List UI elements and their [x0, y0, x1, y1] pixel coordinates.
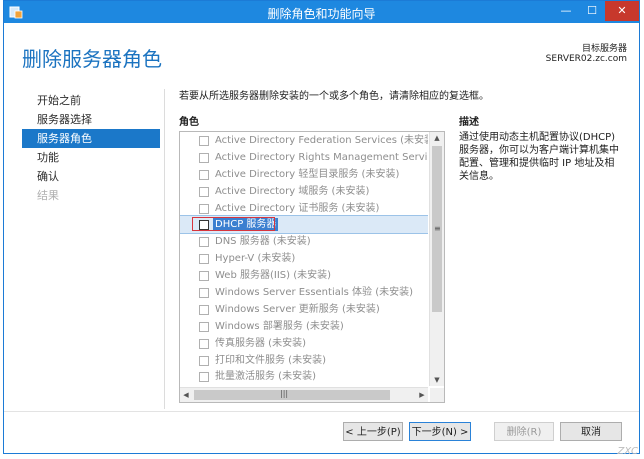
role-row[interactable]: Hyper-V (未安装) — [180, 250, 428, 267]
destination-server-label: 目标服务器 — [581, 44, 627, 54]
role-checkbox[interactable] — [199, 237, 209, 248]
nav-item-results: 结果 — [37, 189, 59, 202]
nav-item-server-selection[interactable]: 服务器选择 — [22, 110, 160, 129]
role-row[interactable]: Active Directory Rights Management Servi… — [180, 149, 428, 166]
scroll-grip-icon: ||| — [280, 389, 289, 398]
roles-list: Active Directory Federation Services (未安… — [180, 132, 428, 386]
role-row[interactable]: Windows Server Essentials 体验 (未安装) — [180, 284, 428, 301]
roles-tree[interactable]: Active Directory Federation Services (未安… — [179, 131, 445, 403]
role-row[interactable]: Active Directory 域服务 (未安装) — [180, 183, 428, 200]
role-checkbox[interactable] — [199, 355, 209, 366]
nav-divider — [164, 89, 165, 409]
horizontal-scroll-thumb[interactable] — [194, 390, 390, 400]
maximize-button[interactable]: ☐ — [579, 1, 605, 21]
wizard-window: 删除角色和功能向导 — ☐ ✕ 删除服务器角色 目标服务器 SERVER02.z… — [3, 0, 640, 454]
cancel-button[interactable]: 取消 — [560, 422, 622, 441]
role-checkbox[interactable] — [199, 152, 209, 163]
role-checkbox[interactable] — [199, 288, 209, 299]
role-checkbox[interactable] — [199, 338, 209, 349]
nav-item-server-roles[interactable]: 服务器角色 — [22, 129, 160, 148]
role-description: 通过使用动态主机配置协议(DHCP)服务器，你可以为客户端计算机集中配置、管理和… — [459, 132, 619, 182]
role-row[interactable]: DNS 服务器 (未安装) — [180, 233, 428, 250]
role-label: Hyper-V (未安装) — [215, 253, 296, 265]
role-row[interactable]: 打印和文件服务 (未安装) — [180, 352, 428, 369]
description-header: 描述 — [459, 117, 479, 128]
role-label: DNS 服务器 (未安装) — [215, 236, 311, 248]
role-row[interactable]: Active Directory 轻型目录服务 (未安装) — [180, 166, 428, 183]
role-row[interactable]: 批量激活服务 (未安装) — [180, 368, 428, 385]
minimize-button[interactable]: — — [553, 1, 579, 21]
watermark-text: ZXC — [617, 446, 638, 457]
role-row[interactable]: 传真服务器 (未安装) — [180, 335, 428, 352]
page-title: 删除服务器角色 — [22, 47, 162, 71]
role-checkbox[interactable] — [199, 271, 209, 282]
role-row[interactable]: Windows 部署服务 (未安装) — [180, 318, 428, 335]
role-label: Windows Server 更新服务 (未安装) — [215, 303, 380, 315]
role-label: 批量激活服务 (未安装) — [215, 371, 316, 383]
role-checkbox[interactable] — [199, 136, 209, 146]
roles-header: 角色 — [179, 117, 199, 128]
footer-divider — [4, 411, 639, 412]
destination-server-name: SERVER02.zc.com — [545, 54, 627, 64]
role-row[interactable]: Windows Server 更新服务 (未安装) — [180, 301, 428, 318]
next-button[interactable]: 下一步(N) > — [409, 422, 471, 441]
role-label: Windows 部署服务 (未安装) — [215, 320, 344, 332]
title-bar[interactable]: 删除角色和功能向导 — ☐ ✕ — [4, 1, 639, 23]
role-checkbox[interactable] — [199, 321, 209, 332]
instruction-text: 若要从所选服务器删除安装的一个或多个角色，请清除相应的复选框。 — [179, 91, 489, 102]
role-label: Windows Server Essentials 体验 (未安装) — [215, 287, 413, 299]
window-title: 删除角色和功能向导 — [267, 7, 376, 21]
role-checkbox[interactable] — [199, 169, 209, 180]
role-label: 传真服务器 (未安装) — [215, 337, 306, 349]
role-label: Active Directory 域服务 (未安装) — [215, 185, 370, 197]
role-label: Active Directory 轻型目录服务 (未安装) — [215, 168, 400, 180]
nav-item-features[interactable]: 功能 — [22, 148, 160, 167]
role-checkbox[interactable] — [199, 186, 209, 197]
role-row[interactable]: Active Directory Federation Services (未安… — [180, 132, 428, 149]
role-row[interactable]: Active Directory 证书服务 (未安装) — [180, 200, 428, 217]
role-row[interactable]: DHCP 服务器 — [180, 215, 428, 235]
role-checkbox[interactable] — [199, 254, 209, 265]
scrollbar-corner — [430, 388, 444, 402]
wizard-nav: 开始之前 服务器选择 服务器角色 功能 确认 结果 — [22, 91, 160, 205]
close-button[interactable]: ✕ — [605, 1, 639, 21]
role-checkbox[interactable] — [199, 304, 209, 315]
role-checkbox[interactable] — [199, 203, 209, 214]
role-label: 打印和文件服务 (未安装) — [215, 354, 326, 366]
role-label: Web 服务器(IIS) (未安装) — [215, 270, 332, 282]
scroll-right-icon[interactable]: ▶ — [416, 388, 428, 402]
nav-item-confirmation[interactable]: 确认 — [22, 167, 160, 186]
role-label: Active Directory Rights Management Servi… — [215, 151, 428, 163]
scroll-grip-icon: ≡ — [434, 224, 441, 233]
scroll-down-icon[interactable]: ▼ — [430, 374, 444, 386]
previous-button[interactable]: < 上一步(P) — [343, 422, 403, 441]
role-checkbox[interactable] — [199, 372, 209, 383]
wizard-header: 删除服务器角色 目标服务器 SERVER02.zc.com — [4, 23, 639, 81]
remove-button: 删除(R) — [494, 422, 554, 441]
highlight-annotation — [192, 217, 275, 232]
scroll-left-icon[interactable]: ◀ — [180, 388, 192, 402]
vertical-scrollbar[interactable]: ▲ ≡ ▼ — [429, 132, 444, 386]
role-row[interactable]: Web 服务器(IIS) (未安装) — [180, 267, 428, 284]
role-label: Active Directory 证书服务 (未安装) — [215, 202, 380, 214]
nav-item-before-you-begin[interactable]: 开始之前 — [22, 91, 160, 110]
horizontal-scrollbar[interactable]: ◀ ||| ▶ — [180, 387, 428, 402]
scroll-up-icon[interactable]: ▲ — [430, 132, 444, 144]
role-label: Active Directory Federation Services (未安… — [215, 135, 428, 146]
